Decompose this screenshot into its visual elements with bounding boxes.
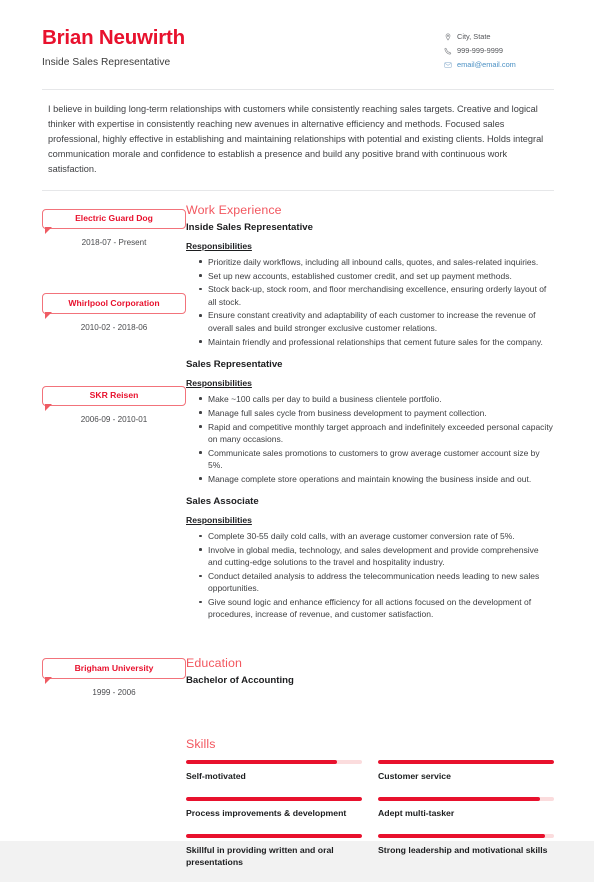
list-item: Manage complete store operations and mai… xyxy=(199,473,554,485)
skill-level-fill xyxy=(378,833,546,838)
skill-level-bar xyxy=(378,759,554,764)
list-item: Maintain friendly and professional relat… xyxy=(199,336,554,348)
work-experience-right-column: Work Experience Inside Sales Representat… xyxy=(186,191,554,623)
company-badge: SKR Reisen xyxy=(42,385,186,412)
company-badge: Whirlpool Corporation xyxy=(42,293,186,320)
experience-item: Inside Sales Representative Responsibili… xyxy=(186,222,554,348)
skill-level-fill xyxy=(378,796,540,801)
contact-email-text: email@email.com xyxy=(457,60,516,70)
list-item: Stock back-up, stock room, and floor mer… xyxy=(199,283,554,308)
education-right-column: Education Bachelor of Accounting xyxy=(186,644,554,700)
company-dates: 2010-02 - 2018-06 xyxy=(80,322,148,332)
company-dates: 2018-07 - Present xyxy=(81,238,147,248)
job-title: Inside Sales Representative xyxy=(42,56,171,68)
resume-header: Brian Neuwirth Inside Sales Representati… xyxy=(42,26,554,72)
contact-phone-text: 999-999-9999 xyxy=(457,46,504,56)
skill-label: Skillful in providing written and oral p… xyxy=(186,844,334,867)
skills-grid: Self-motivated Customer service Process … xyxy=(186,759,554,882)
list-item: Prioritize daily workflows, including al… xyxy=(199,256,554,268)
education-left-column: Brigham University 1999 - 2006 xyxy=(42,644,186,700)
list-item: Communicate sales promotions to customer… xyxy=(199,447,554,472)
skill-level-bar xyxy=(186,796,362,801)
experience-title: Sales Associate xyxy=(186,496,259,508)
responsibility-list: Prioritize daily workflows, including al… xyxy=(186,256,554,348)
skill-level-bar xyxy=(186,833,362,838)
map-pin-icon xyxy=(444,33,452,41)
skill-label: Strong leadership and motivational skill… xyxy=(378,844,548,855)
work-experience-section: Electric Guard Dog 2018-07 - Present Whi… xyxy=(42,191,554,623)
identity-block: Brian Neuwirth Inside Sales Representati… xyxy=(42,26,185,68)
skill-level-fill xyxy=(378,759,554,764)
responsibility-list: Make ~100 calls per day to build a busin… xyxy=(186,393,554,485)
list-item: Ensure constant creativity and adaptabil… xyxy=(199,309,554,334)
skills-left-spacer xyxy=(42,725,186,882)
list-item: Conduct detailed analysis to address the… xyxy=(199,570,554,595)
list-item: Set up new accounts, established custome… xyxy=(199,270,554,282)
skill-label: Self-motivated xyxy=(186,770,246,781)
skill-level-fill xyxy=(186,759,338,764)
contact-phone: 999-999-9999 xyxy=(444,44,554,58)
skill-level-fill xyxy=(186,833,362,838)
summary-paragraph: I believe in building long-term relation… xyxy=(48,104,544,174)
responsibilities-label: Responsibilities xyxy=(186,240,252,251)
skill-label: Customer service xyxy=(378,770,451,781)
page-title: Brian Neuwirth xyxy=(42,26,185,49)
contact-location-text: City, State xyxy=(457,32,491,41)
work-experience-left-column: Electric Guard Dog 2018-07 - Present Whi… xyxy=(42,191,186,623)
list-item: Complete 30-55 daily cold calls, with an… xyxy=(199,530,554,542)
company-entry: Whirlpool Corporation 2010-02 - 2018-06 xyxy=(42,293,186,332)
experience-item: Sales Associate Responsibilities Complet… xyxy=(186,496,554,621)
company-entry: Electric Guard Dog 2018-07 - Present xyxy=(42,208,186,248)
company-badge: Electric Guard Dog xyxy=(42,208,186,235)
envelope-icon xyxy=(444,61,452,69)
skill-label: Adept multi-tasker xyxy=(378,807,455,818)
school-badge: Brigham University xyxy=(42,658,186,685)
responsibilities-label: Responsibilities xyxy=(186,377,252,388)
contact-location: City, State xyxy=(444,30,554,44)
skills-section: Skills Self-motivated Customer service P… xyxy=(42,725,554,882)
skill-level-bar xyxy=(378,833,554,838)
skill-item: Process improvements & development xyxy=(186,796,362,834)
list-item: Make ~100 calls per day to build a busin… xyxy=(199,393,554,405)
experience-item: Sales Representative Responsibilities Ma… xyxy=(186,359,554,485)
education-section: Brigham University 1999 - 2006 Education… xyxy=(42,644,554,700)
contact-email[interactable]: email@email.com xyxy=(444,58,554,72)
company-dates: 2006-09 - 2010-01 xyxy=(80,415,148,425)
skill-level-bar xyxy=(186,759,362,764)
skill-item: Adept multi-tasker xyxy=(378,796,554,834)
skill-level-bar xyxy=(378,796,554,801)
school-entry: Brigham University 1999 - 2006 xyxy=(42,658,186,697)
list-item: Involve in global media, technology, and… xyxy=(199,544,554,569)
list-item: Rapid and competitive monthly target app… xyxy=(199,421,554,446)
phone-icon xyxy=(444,47,452,55)
responsibilities-label: Responsibilities xyxy=(186,515,252,526)
section-heading-work-experience: Work Experience xyxy=(186,202,282,217)
section-heading-education: Education xyxy=(186,656,243,671)
list-item: Manage full sales cycle from business de… xyxy=(199,407,554,419)
skills-right-column: Skills Self-motivated Customer service P… xyxy=(186,725,554,882)
list-item: Give sound logic and enhance efficiency … xyxy=(199,596,554,621)
responsibility-list: Complete 30-55 daily cold calls, with an… xyxy=(186,530,554,621)
skill-level-fill xyxy=(186,796,362,801)
skill-item: Self-motivated xyxy=(186,759,362,797)
skill-label: Process improvements & development xyxy=(186,807,347,818)
company-entry: SKR Reisen 2006-09 - 2010-01 xyxy=(42,385,186,425)
degree-title: Bachelor of Accounting xyxy=(186,675,294,687)
experience-title: Sales Representative xyxy=(186,358,283,370)
contact-block: City, State 999-999-9999 email@email.com xyxy=(444,30,554,72)
section-heading-skills: Skills xyxy=(186,736,216,751)
school-dates: 1999 - 2006 xyxy=(92,687,136,697)
skill-item: Customer service xyxy=(378,759,554,797)
resume-page: Brian Neuwirth Inside Sales Representati… xyxy=(0,0,594,867)
experience-title: Inside Sales Representative xyxy=(186,221,313,233)
